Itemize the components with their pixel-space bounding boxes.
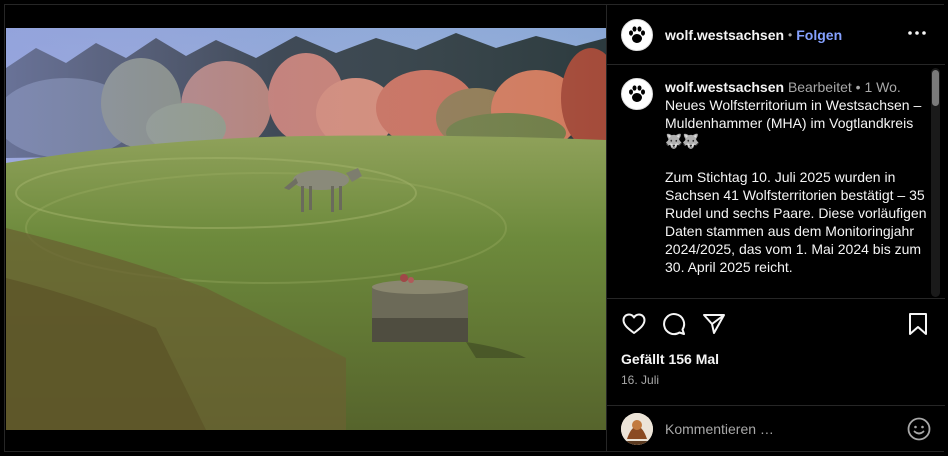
post-photo[interactable]	[6, 28, 606, 430]
heart-icon[interactable]	[621, 311, 647, 337]
follow-button[interactable]: Folgen	[796, 27, 842, 43]
caption-row: wolf.westsachsen Bearbeitet • 1 Wo. Neue…	[621, 78, 931, 276]
edited-label: Bearbeitet	[787, 79, 852, 95]
author-avatar[interactable]	[621, 18, 653, 51]
more-horizontal-icon[interactable]	[907, 23, 927, 43]
bookmark-icon[interactable]	[905, 311, 931, 337]
caption-avatar[interactable]	[621, 78, 653, 110]
comment-bar	[607, 405, 945, 451]
caption-scrollbar[interactable]	[931, 68, 940, 297]
caption-username[interactable]: wolf.westsachsen	[665, 79, 784, 95]
likes-count[interactable]: Gefällt 156 Mal	[621, 351, 931, 367]
smiley-icon[interactable]	[907, 417, 931, 441]
actions-area: Gefällt 156 Mal 16. Juli	[607, 298, 945, 405]
post-header: wolf.westsachsen • Folgen	[607, 5, 945, 65]
author-username[interactable]: wolf.westsachsen	[665, 27, 784, 43]
paw-logo-icon	[629, 25, 645, 43]
post-age[interactable]: 1 Wo.	[864, 79, 900, 95]
scrollbar-thumb[interactable]	[932, 70, 939, 106]
post-side-panel: wolf.westsachsen • Folgen wolf.westsachs…	[606, 5, 945, 451]
instagram-post-modal: wolf.westsachsen • Folgen wolf.westsachs…	[4, 4, 945, 452]
comment-input[interactable]	[665, 420, 885, 437]
separator-dot: •	[855, 79, 861, 95]
action-icons-row	[621, 299, 931, 349]
caption-body: wolf.westsachsen Bearbeitet • 1 Wo. Neue…	[665, 78, 927, 276]
paw-logo-icon	[629, 85, 645, 102]
paper-plane-icon[interactable]	[701, 311, 727, 337]
separator-dot: •	[788, 27, 793, 42]
comment-bubble-icon[interactable]	[661, 311, 687, 337]
wolf-trailcam-image	[6, 28, 606, 430]
caption-text: Neues Wolfsterritorium in Westsachsen – …	[665, 97, 927, 275]
post-date[interactable]: 16. Juli	[621, 373, 931, 387]
current-user-avatar	[621, 412, 653, 445]
caption-area: wolf.westsachsen Bearbeitet • 1 Wo. Neue…	[607, 66, 945, 298]
